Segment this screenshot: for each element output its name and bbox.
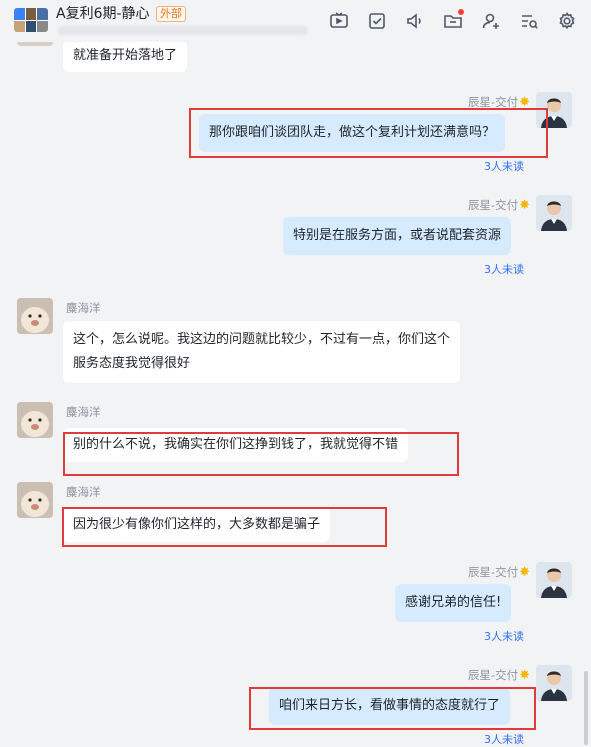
message-bubble[interactable]: 因为很少有像你们这样的，大多数都是骗子 bbox=[63, 508, 331, 542]
settings-icon[interactable] bbox=[556, 10, 578, 32]
sender-name: 麋海洋 bbox=[66, 405, 101, 419]
dog-avatar[interactable] bbox=[17, 482, 53, 518]
sender-name: 麋海洋 bbox=[66, 485, 101, 499]
search-chat-icon[interactable] bbox=[518, 10, 540, 32]
group-name: A复利6期-静心 bbox=[56, 6, 150, 22]
message-bubble[interactable]: 别的什么不说，我确实在你们这挣到钱了，我就觉得不错 bbox=[63, 428, 409, 462]
unread-count-link[interactable]: 3人未读 bbox=[424, 158, 524, 174]
user-avatar[interactable] bbox=[536, 665, 572, 701]
message-bubble[interactable]: 特别是在服务方面，或者说配套资源 bbox=[283, 217, 512, 255]
crown-badge-icon: ✸ bbox=[519, 565, 530, 580]
crown-badge-icon: ✸ bbox=[519, 95, 530, 110]
sender-name: 辰星-交付✸ bbox=[467, 668, 530, 683]
notification-dot bbox=[458, 9, 464, 15]
folder-icon[interactable] bbox=[442, 9, 464, 32]
unread-count-link[interactable]: 3人未读 bbox=[424, 261, 524, 277]
dog-avatar[interactable] bbox=[17, 298, 53, 334]
group-avatar[interactable] bbox=[14, 8, 48, 32]
scrollbar[interactable] bbox=[584, 671, 588, 745]
message-bubble[interactable]: 这个，怎么说呢。我这边的问题就比较少，不过有一点，你们这个 服务态度我觉得很好 bbox=[63, 321, 461, 383]
message-bubble[interactable]: 那你跟咱们谈团队走，做这个复利计划还满意吗？ bbox=[199, 114, 506, 152]
user-avatar[interactable] bbox=[536, 92, 572, 128]
message-bubble[interactable]: 就准备开始落地了 bbox=[63, 40, 188, 72]
video-icon[interactable] bbox=[328, 10, 350, 32]
speaker-icon[interactable] bbox=[404, 10, 426, 32]
message-bubble[interactable]: 咱们来日方长，看做事情的态度就行了 bbox=[269, 687, 511, 725]
add-member-icon[interactable] bbox=[480, 10, 502, 32]
chat-title[interactable]: A复利6期-静心 外部 bbox=[56, 3, 186, 23]
sender-name: 辰星-交付✸ bbox=[467, 198, 530, 213]
dog-avatar[interactable] bbox=[17, 402, 53, 438]
sender-name: 辰星-交付✸ bbox=[467, 95, 530, 110]
group-description-blurred bbox=[58, 26, 308, 35]
sender-name: 辰星-交付✸ bbox=[467, 565, 530, 580]
crown-badge-icon: ✸ bbox=[519, 198, 530, 213]
message-bubble[interactable]: 感谢兄弟的信任! bbox=[395, 584, 512, 622]
chat-header: A复利6期-静心 外部 bbox=[0, 0, 591, 42]
task-check-icon[interactable] bbox=[366, 10, 388, 32]
message-line: 这个，怎么说呢。我这边的问题就比较少，不过有一点，你们这个 bbox=[73, 332, 451, 347]
sender-name: 麋海洋 bbox=[66, 301, 101, 315]
user-avatar[interactable] bbox=[536, 195, 572, 231]
external-badge: 外部 bbox=[156, 6, 186, 22]
crown-badge-icon: ✸ bbox=[519, 668, 530, 683]
message-line: 服务态度我觉得很好 bbox=[73, 356, 191, 371]
user-avatar[interactable] bbox=[536, 562, 572, 598]
unread-count-link[interactable]: 3人未读 bbox=[424, 628, 524, 644]
